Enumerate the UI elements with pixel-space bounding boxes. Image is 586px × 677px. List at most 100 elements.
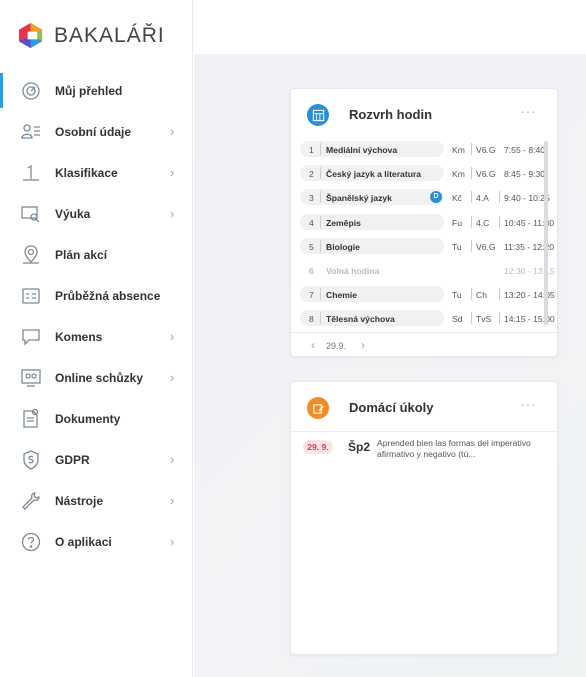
timetable-icon bbox=[307, 104, 329, 126]
lesson-teacher: Km bbox=[452, 169, 465, 180]
lesson-teacher: Tu bbox=[452, 241, 462, 252]
lesson-teacher: Km bbox=[452, 145, 465, 155]
messages-icon bbox=[20, 326, 42, 348]
lesson-teacher: Kč bbox=[452, 193, 463, 204]
homework-item[interactable]: 29. 9. Šp2 Aprended bien las formas del … bbox=[303, 438, 548, 468]
sidebar-item-prubezna-absence[interactable]: Průběžná absence bbox=[0, 275, 193, 316]
schedule-row[interactable]: 4 Zeměpis Fu 4.C 10:45 - 11:30 bbox=[300, 211, 554, 235]
lesson-teacher: Tu bbox=[452, 290, 462, 301]
schedule-row[interactable]: 7 Chemie Tu Ch 13:20 - 14:05 bbox=[300, 283, 555, 307]
sidebar-item-label: Plán akcí bbox=[55, 247, 108, 262]
scrollbar-thumb[interactable] bbox=[544, 141, 548, 325]
help-icon bbox=[20, 531, 42, 553]
events-icon bbox=[20, 244, 42, 266]
lesson-subject: Český jazyk a literatura bbox=[326, 169, 422, 180]
lesson-time: 9:40 - 10:25 bbox=[504, 193, 550, 204]
sidebar-item-label: Můj přehled bbox=[55, 83, 123, 98]
homework-icon bbox=[307, 397, 329, 419]
lesson-room: 4.A bbox=[476, 193, 489, 204]
sidebar-item-klasifikace[interactable]: Klasifikace › bbox=[0, 152, 193, 193]
lesson-number: 2 bbox=[309, 169, 314, 180]
schedule-card: Rozvrh hodin ··· 1 Mediální výchova Km V… bbox=[290, 88, 558, 357]
sidebar-item-label: Průběžná absence bbox=[55, 288, 161, 303]
bakalari-logo-icon bbox=[18, 22, 43, 49]
chevron-right-icon: › bbox=[170, 165, 175, 180]
sidebar-item-gdpr[interactable]: GDPR › bbox=[0, 439, 193, 480]
lesson-subject: Mediální výchova bbox=[326, 145, 398, 155]
grades-icon bbox=[20, 162, 42, 184]
chevron-right-icon: › bbox=[170, 452, 175, 467]
schedule-card-header[interactable]: Rozvrh hodin ··· bbox=[291, 89, 557, 139]
lesson-room: V6.G bbox=[476, 145, 496, 155]
more-options-icon[interactable]: ··· bbox=[520, 396, 537, 412]
lesson-room: TvS bbox=[476, 314, 492, 325]
schedule-footer: ‹ 29.9. › bbox=[291, 332, 557, 356]
documents-icon bbox=[20, 408, 42, 430]
homework-subject: Šp2 bbox=[348, 440, 371, 454]
lesson-room: 4.C bbox=[476, 217, 490, 228]
sidebar-item-label: GDPR bbox=[55, 452, 90, 467]
sidebar-item-dokumenty[interactable]: Dokumenty bbox=[0, 398, 193, 439]
chevron-right-icon: › bbox=[170, 493, 175, 508]
chevron-right-icon: › bbox=[170, 534, 175, 549]
chevron-right-icon: › bbox=[170, 370, 175, 385]
main-area: Rozvrh hodin ··· 1 Mediální výchova Km V… bbox=[194, 0, 586, 677]
lesson-number: 8 bbox=[309, 314, 314, 325]
lesson-subject: Chemie bbox=[326, 290, 358, 301]
sidebar-item-label: Osobní údaje bbox=[55, 124, 132, 139]
lesson-subject: Tělesná výchova bbox=[326, 314, 395, 325]
schedule-title: Rozvrh hodin bbox=[349, 107, 433, 122]
sidebar: BAKALÁŘI Můj přehled Osobní údaje › Klas… bbox=[0, 0, 193, 677]
sidebar-item-komens[interactable]: Komens › bbox=[0, 316, 193, 357]
app-logo[interactable]: BAKALÁŘI bbox=[17, 22, 165, 49]
sidebar-item-osobni-udaje[interactable]: Osobní údaje › bbox=[0, 111, 193, 152]
absence-icon bbox=[20, 285, 42, 307]
next-day-button[interactable]: › bbox=[361, 338, 365, 352]
prev-day-button[interactable]: ‹ bbox=[311, 338, 315, 352]
lesson-time: 8:45 - 9:30 bbox=[504, 169, 546, 180]
more-options-icon[interactable]: ··· bbox=[520, 103, 537, 119]
lesson-number: 6 bbox=[309, 265, 314, 276]
schedule-row[interactable]: 3 Španělský jazyk D Kč 4.A 9:40 - 10:25 bbox=[300, 186, 550, 210]
schedule-row[interactable]: 2 Český jazyk a literatura Km V6.G 8:45 … bbox=[300, 162, 550, 186]
chevron-right-icon: › bbox=[170, 206, 175, 221]
schedule-row[interactable]: 5 Biologie Tu V6.G 11:35 - 12:20 bbox=[300, 235, 554, 259]
lesson-room: V6.G bbox=[476, 169, 496, 180]
lesson-subject: Biologie bbox=[326, 241, 360, 252]
lesson-room: Ch bbox=[476, 290, 487, 301]
sidebar-nav: Můj přehled Osobní údaje › Klasifikace ›… bbox=[0, 70, 193, 562]
brand-name: BAKALÁŘI bbox=[54, 23, 165, 47]
gdpr-icon bbox=[20, 449, 42, 471]
homework-card: Domácí úkoly ··· 29. 9. Šp2 Aprended bie… bbox=[290, 381, 558, 655]
chevron-right-icon: › bbox=[170, 329, 175, 344]
homework-card-header[interactable]: Domácí úkoly ··· bbox=[291, 382, 557, 432]
personal-data-icon bbox=[20, 121, 42, 143]
sidebar-item-label: Online schůzky bbox=[55, 370, 144, 385]
sidebar-item-vyuka[interactable]: Výuka › bbox=[0, 193, 193, 234]
lesson-number: 7 bbox=[309, 290, 314, 301]
schedule-scrollbar[interactable] bbox=[544, 141, 548, 327]
homework-date-badge: 29. 9. bbox=[303, 440, 333, 454]
sidebar-item-label: Výuka bbox=[55, 206, 91, 221]
lesson-room: V6.G bbox=[476, 241, 496, 252]
schedule-row[interactable]: 8 Tělesná výchova Sd TvS 14:15 - 15:00 bbox=[300, 307, 555, 331]
sidebar-item-muj-prehled[interactable]: Můj přehled bbox=[0, 70, 193, 111]
sidebar-item-plan-akci[interactable]: Plán akcí bbox=[0, 234, 193, 275]
sidebar-item-nastroje[interactable]: Nástroje › bbox=[0, 480, 193, 521]
sidebar-item-label: Nástroje bbox=[55, 493, 104, 508]
sidebar-item-label: Dokumenty bbox=[55, 411, 121, 426]
lesson-subject: Volná hodina bbox=[326, 265, 380, 276]
sidebar-item-label: Komens bbox=[55, 329, 103, 344]
sidebar-item-label: O aplikaci bbox=[55, 534, 112, 549]
lesson-subject: Zeměpis bbox=[326, 217, 361, 228]
tools-icon bbox=[20, 490, 42, 512]
sidebar-item-o-aplikaci[interactable]: O aplikaci › bbox=[0, 521, 193, 562]
sidebar-item-online-schuzky[interactable]: Online schůzky › bbox=[0, 357, 193, 398]
lesson-number: 5 bbox=[309, 241, 314, 252]
lesson-number: 1 bbox=[309, 145, 314, 155]
lesson-number: 3 bbox=[309, 193, 314, 204]
homework-text: Aprended bien las formas del imperativo … bbox=[377, 438, 531, 459]
sidebar-item-label: Klasifikace bbox=[55, 165, 118, 180]
dashboard-icon bbox=[20, 80, 42, 102]
schedule-row[interactable]: 1 Mediální výchova Km V6.G 7:55 - 8:40 bbox=[300, 138, 550, 162]
